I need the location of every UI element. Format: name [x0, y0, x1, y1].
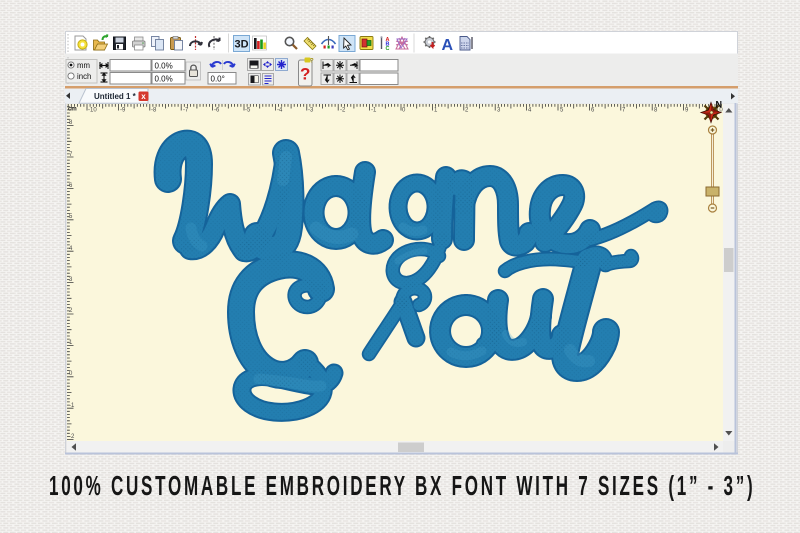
svg-text:x: x	[141, 92, 146, 101]
svg-text:-5: -5	[245, 108, 251, 114]
svg-text:mm: mm	[77, 61, 90, 70]
svg-text:Untitled 1 *: Untitled 1 *	[94, 92, 137, 101]
svg-text:inch: inch	[77, 72, 91, 81]
svg-text:C: C	[386, 46, 390, 52]
svg-text:-10: -10	[88, 108, 97, 114]
svg-text:0.0%: 0.0%	[155, 74, 173, 83]
svg-text:0.0°: 0.0°	[211, 74, 225, 83]
svg-text:-2: -2	[340, 108, 346, 114]
svg-text:-3: -3	[308, 108, 314, 114]
svg-text:-1: -1	[371, 108, 377, 114]
svg-text:-1: -1	[69, 403, 75, 409]
svg-text:?: ?	[300, 65, 310, 84]
svg-text:-4: -4	[277, 108, 283, 114]
svg-text:-8: -8	[151, 108, 157, 114]
svg-text:N: N	[716, 100, 723, 110]
svg-text:3D: 3D	[234, 39, 248, 51]
svg-text:-9: -9	[120, 108, 126, 114]
svg-text:A: A	[442, 37, 454, 54]
svg-text:-7: -7	[183, 108, 189, 114]
svg-text:?: ?	[310, 59, 314, 65]
svg-text:cm: cm	[68, 107, 77, 113]
svg-text:100% CUSTOMABLE EMBROIDERY BX: 100% CUSTOMABLE EMBROIDERY BX FONT WITH …	[49, 470, 753, 501]
svg-text:0.0%: 0.0%	[155, 61, 173, 70]
svg-text:-2: -2	[69, 434, 75, 440]
svg-text:-6: -6	[214, 108, 220, 114]
